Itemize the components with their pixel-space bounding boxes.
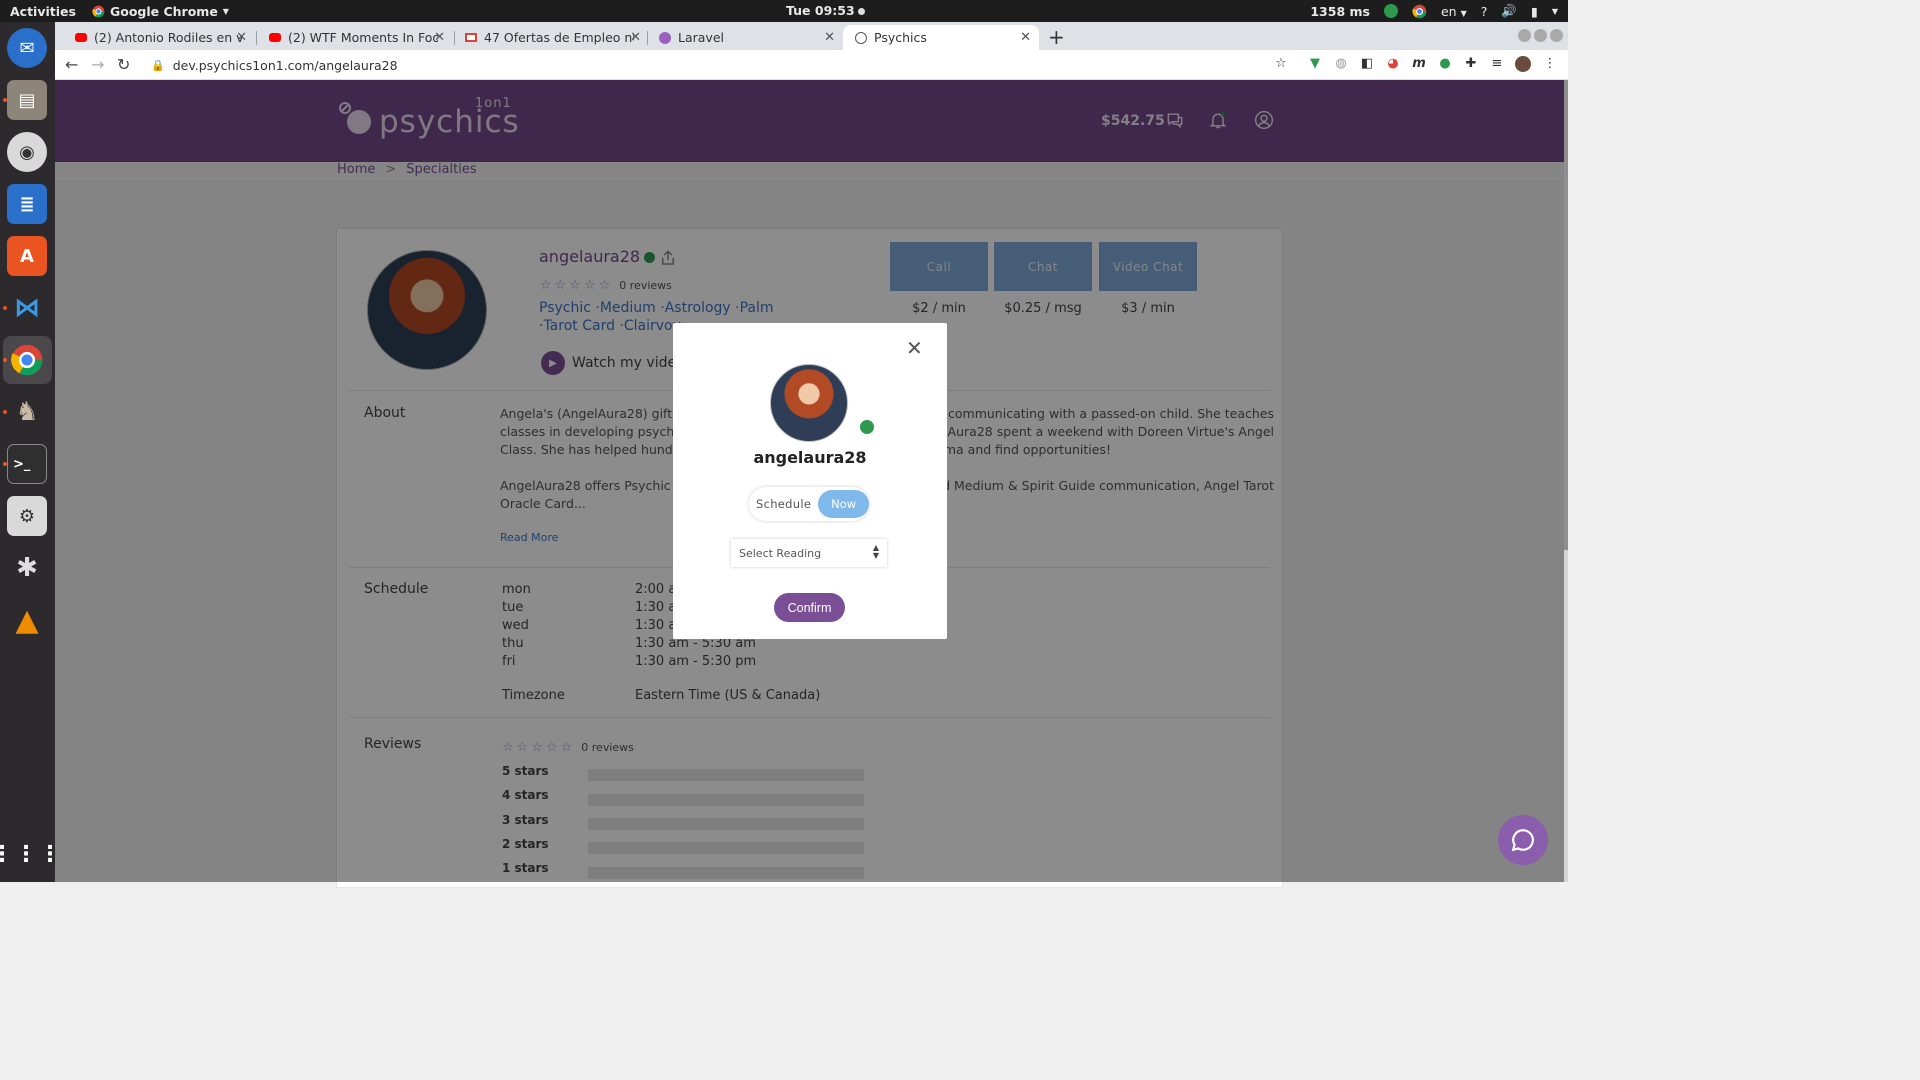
select-arrows-icon: ▲ ▼	[872, 543, 879, 560]
notification-dot-icon	[857, 8, 865, 15]
new-tab-button[interactable]: +	[1048, 25, 1065, 49]
reload-button[interactable]: ↻	[117, 55, 130, 74]
close-tab-icon[interactable]: ✕	[824, 30, 835, 45]
youtube-icon	[269, 33, 281, 42]
address-bar[interactable]: 🔒 dev.psychics1on1.com/angelaura28	[143, 53, 1303, 77]
url-text: dev.psychics1on1.com/angelaura28	[172, 57, 398, 73]
browser-toolbar: ← → ↻ 🔒 dev.psychics1on1.com/angelaura28…	[55, 50, 1568, 80]
tab-2[interactable]: 47 Ofertas de Empleo nue ✕	[453, 25, 649, 50]
app-menu[interactable]: Google Chrome ▼	[92, 4, 229, 19]
minimize-window-button[interactable]	[1518, 29, 1531, 42]
bookmark-star-icon[interactable]: ☆	[1273, 56, 1289, 72]
puzzle-icon[interactable]: ✚	[1463, 56, 1479, 72]
media-queue-icon[interactable]: ≡	[1489, 56, 1505, 72]
chevron-down-icon: ▼	[222, 6, 229, 16]
booking-modal: ✕ angelaura28 Schedule Now Select Readin…	[673, 323, 947, 639]
close-window-button[interactable]	[1550, 29, 1563, 42]
close-tab-icon[interactable]: ✕	[630, 30, 641, 45]
close-tab-icon[interactable]: ✕	[1020, 30, 1031, 45]
chrome-dock-icon[interactable]	[7, 340, 47, 380]
vscode-icon[interactable]: ⋈	[7, 288, 47, 328]
writer-icon[interactable]: ≣	[7, 184, 47, 224]
chrome-icon	[92, 5, 105, 17]
mixer-icon[interactable]: ⚙	[7, 496, 47, 536]
app-name: Google Chrome	[109, 3, 218, 19]
laravel-icon	[659, 31, 671, 44]
chat-icon	[1511, 829, 1534, 852]
tab-4-active[interactable]: Psychics ✕	[843, 25, 1039, 50]
globe-icon	[855, 31, 867, 44]
rhythmbox-icon[interactable]: ◉	[7, 132, 47, 172]
schedule-now-toggle: Schedule Now	[749, 487, 869, 521]
extension-icon[interactable]: m	[1411, 56, 1427, 72]
forward-button[interactable]: →	[91, 55, 104, 74]
modal-username: angelaura28	[753, 448, 867, 467]
tab-0[interactable]: (2) Antonio Rodiles en viv ✕	[63, 25, 255, 50]
extension-icon[interactable]: ◕	[1385, 56, 1401, 72]
latency-indicator[interactable]: 1358 ms	[1310, 4, 1370, 19]
chrome-tray-icon[interactable]	[1412, 4, 1427, 19]
extension-icon[interactable]: ◍	[1333, 56, 1349, 72]
chevron-down-icon[interactable]: ▼	[1552, 7, 1558, 16]
vlc-icon[interactable]: ▲	[7, 600, 47, 640]
profile-avatar-icon[interactable]	[1515, 56, 1531, 72]
close-icon[interactable]: ✕	[906, 336, 923, 360]
confirm-button[interactable]: Confirm	[774, 593, 845, 622]
dock: ✉ ▤ ◉ ≣ A ⋈ ♞ >_ ⚙ ✱ ▲ ⋮⋮⋮	[0, 22, 61, 882]
os-top-bar: Activities Google Chrome ▼ Tue 09:53 135…	[0, 0, 1568, 22]
modal-avatar	[770, 364, 848, 442]
help-icon[interactable]: ?	[1481, 4, 1488, 19]
dbeaver-icon[interactable]: ♞	[7, 392, 47, 432]
volume-icon[interactable]: 🔊	[1501, 3, 1517, 19]
maximize-window-button[interactable]	[1534, 29, 1547, 42]
activities-button[interactable]: Activities	[0, 4, 76, 19]
page-scrollbar-thumb[interactable]	[1564, 80, 1568, 550]
gmail-icon	[465, 33, 477, 42]
live-chat-launcher[interactable]	[1498, 815, 1548, 865]
close-tab-icon[interactable]: ✕	[236, 30, 247, 45]
tab-3[interactable]: Laravel ✕	[647, 25, 843, 50]
clock[interactable]: Tue 09:53	[786, 3, 865, 18]
reading-select[interactable]: Select Reading ▲ ▼	[731, 539, 887, 567]
show-apps-icon[interactable]: ⋮⋮⋮	[0, 834, 61, 874]
settings-tool-icon[interactable]: ✱	[7, 548, 47, 588]
toggle-now[interactable]: Now	[818, 490, 869, 518]
language-selector[interactable]: en ▼	[1441, 4, 1467, 19]
more-menu-icon[interactable]: ⋮	[1542, 56, 1558, 72]
extension-icon[interactable]: ◧	[1359, 56, 1375, 72]
software-center-icon[interactable]: A	[7, 236, 47, 276]
vpn-icon[interactable]	[1383, 4, 1398, 18]
extension-icon[interactable]: ●	[1437, 56, 1453, 72]
terminal-icon[interactable]: >_	[7, 444, 47, 484]
vue-devtools-icon[interactable]: ▼	[1307, 56, 1323, 72]
close-tab-icon[interactable]: ✕	[434, 30, 445, 45]
back-button[interactable]: ←	[65, 55, 78, 74]
chrome-icon	[11, 344, 43, 376]
lock-icon: 🔒	[151, 58, 165, 72]
battery-icon[interactable]: ▮	[1531, 4, 1538, 19]
tab-strip: (2) Antonio Rodiles en viv ✕ (2) WTF Mom…	[55, 22, 1568, 50]
tab-1[interactable]: (2) WTF Moments In Footl ✕	[257, 25, 453, 50]
thunderbird-icon[interactable]: ✉	[7, 28, 47, 68]
files-icon[interactable]: ▤	[7, 80, 47, 120]
online-status-icon	[860, 420, 874, 434]
youtube-icon	[75, 33, 87, 42]
toggle-schedule[interactable]: Schedule	[749, 497, 818, 511]
